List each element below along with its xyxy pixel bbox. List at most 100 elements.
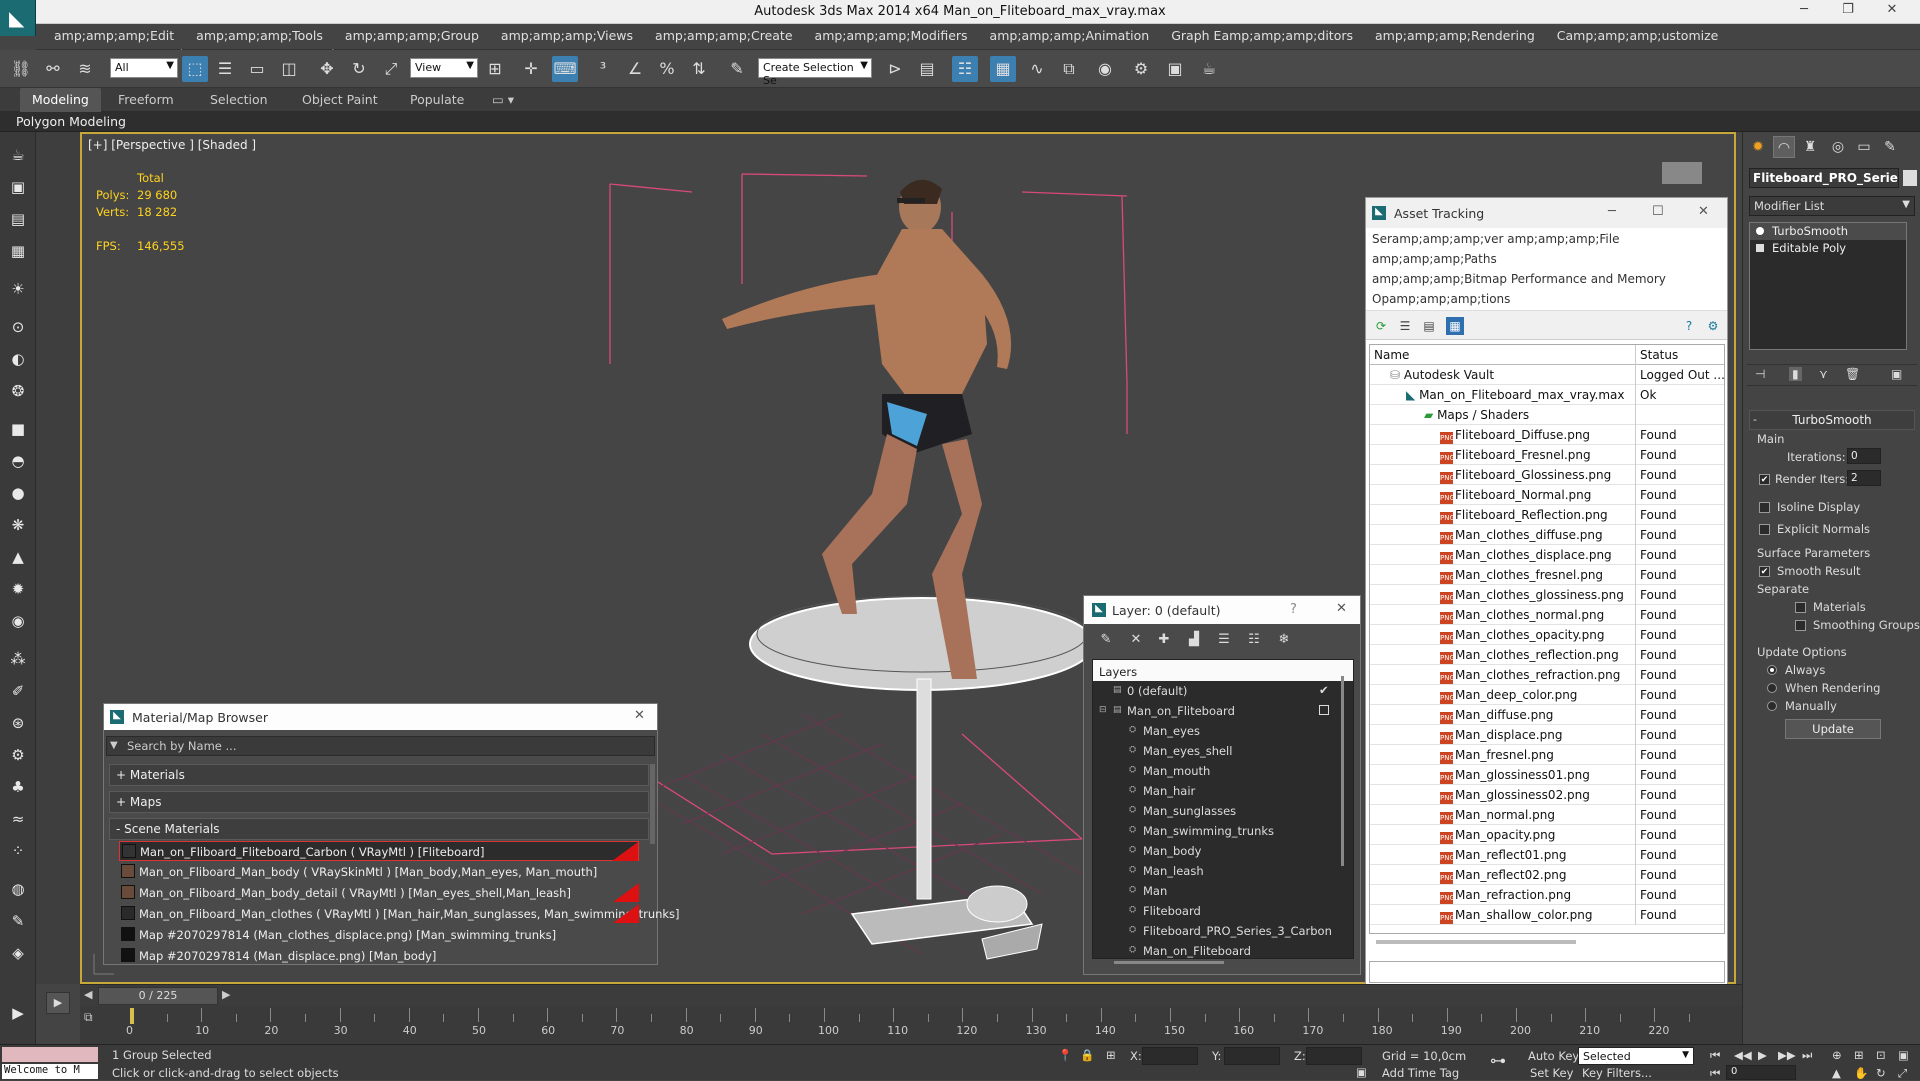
table-row[interactable]: PNGFliteboard_Glossiness.png Found xyxy=(1370,465,1724,485)
material-search-input[interactable]: Search by Name ... xyxy=(106,736,655,756)
table-row[interactable]: PNGMan_opacity.png Found xyxy=(1370,825,1724,845)
listener-input[interactable]: Welcome to M xyxy=(2,1064,98,1079)
app-menu-button[interactable]: ◣ xyxy=(0,0,36,36)
hair-icon[interactable]: ≈ xyxy=(7,808,29,830)
keyboard-shortcut-icon[interactable]: ⌨ xyxy=(552,56,578,82)
layer-row[interactable]: ⛭ Fliteboard_PRO_Series_3_Carbon xyxy=(1093,921,1353,941)
helper-icon[interactable]: ◐ xyxy=(7,348,29,370)
expand-arrow-button[interactable]: ▶ xyxy=(46,992,70,1014)
layer-row[interactable]: ⛭ Man_on_Fliteboard xyxy=(1093,941,1353,961)
rotate-icon[interactable]: ↻ xyxy=(346,56,372,82)
ball-icon[interactable]: ◉ xyxy=(7,610,29,632)
named-selection-set-select[interactable]: Create Selection Se ▼ xyxy=(758,58,872,87)
minimize-button[interactable]: ─ xyxy=(1784,2,1824,22)
document-icon[interactable]: ▤ xyxy=(7,208,29,230)
wireframe-icon[interactable]: ⊛ xyxy=(7,712,29,734)
field-of-view-icon[interactable]: ▲ xyxy=(1832,1066,1841,1080)
z-coordinate-field[interactable] xyxy=(1306,1047,1362,1065)
zoom-all-icon[interactable]: ⊞ xyxy=(1854,1048,1864,1062)
layer-row[interactable]: ⛭ Man_swimming_trunks xyxy=(1093,821,1353,841)
hide-all-icon[interactable]: ☷ xyxy=(1246,632,1262,648)
brush-icon[interactable]: ✐ xyxy=(7,680,29,702)
curve-editor-icon[interactable]: ∿ xyxy=(1024,56,1050,82)
previous-frame-icon[interactable]: ◀◀ xyxy=(1734,1048,1752,1062)
material-item[interactable]: Map #2070297814 (Man_clothes_displace.pn… xyxy=(119,925,639,945)
tree-view-icon[interactable]: ▤ xyxy=(1420,317,1438,335)
auto-key-button[interactable]: Auto Key xyxy=(1528,1049,1579,1063)
bind-space-warp-icon[interactable]: ≋ xyxy=(72,56,98,82)
update-manually-radio[interactable] xyxy=(1767,701,1777,711)
layer-row[interactable]: ⛭ Man_eyes xyxy=(1093,721,1353,741)
close-icon[interactable]: ✕ xyxy=(634,708,645,723)
render-iters-checkbox[interactable]: ✔ xyxy=(1759,474,1770,485)
asset-menu-options[interactable]: Opamp;amp;amp;tions xyxy=(1372,292,1510,306)
turbosmooth-rollout[interactable]: TurboSmooth xyxy=(1749,410,1915,430)
smooth-result-checkbox[interactable]: ✔ xyxy=(1759,566,1770,577)
stack-item-turbosmooth[interactable]: TurboSmooth xyxy=(1750,223,1906,240)
time-tag-icon[interactable]: ▣ xyxy=(1356,1065,1367,1079)
link-icon[interactable]: ⛓ xyxy=(8,56,34,82)
asset-hscrollbar[interactable] xyxy=(1376,940,1576,944)
mirror-icon[interactable]: ⊳ xyxy=(882,56,908,82)
layer-manager-icon[interactable]: ☷ xyxy=(952,56,978,82)
asset-menu-bitmap[interactable]: amp;amp;amp;Bitmap Performance and Memor… xyxy=(1372,272,1666,286)
table-row[interactable]: PNGMan_clothes_diffuse.png Found xyxy=(1370,525,1724,545)
stack-item-editable-poly[interactable]: Editable Poly xyxy=(1750,240,1906,257)
table-row[interactable]: PNGMan_diffuse.png Found xyxy=(1370,705,1724,725)
table-row[interactable]: PNGMan_clothes_normal.png Found xyxy=(1370,605,1724,625)
table-row[interactable]: PNGFliteboard_Diffuse.png Found xyxy=(1370,425,1724,445)
highlight-layer-icon[interactable]: ☰ xyxy=(1216,632,1232,648)
group-maps[interactable]: + Maps xyxy=(109,791,649,813)
material-item[interactable]: Man_on_Fliboard_Man_clothes ( VRayMtl ) … xyxy=(119,904,680,924)
update-button[interactable]: Update xyxy=(1785,719,1881,739)
tab-modeling[interactable]: Modeling xyxy=(20,88,101,112)
layer-row[interactable]: ⛭ Fliteboard xyxy=(1093,901,1353,921)
show-end-result-icon[interactable]: ▮ xyxy=(1789,367,1802,381)
go-to-start-icon[interactable]: ⏮ xyxy=(1710,1048,1720,1063)
table-row[interactable]: PNGMan_normal.png Found xyxy=(1370,805,1724,825)
pivot-center-icon[interactable]: ⊞ xyxy=(482,56,508,82)
time-slider[interactable]: 0 / 225 xyxy=(98,987,218,1005)
menu-tools[interactable]: amp;amp;amp;Tools xyxy=(196,24,323,43)
list-view-icon[interactable]: ☰ xyxy=(1396,317,1414,335)
pin-icon[interactable]: 📍 xyxy=(1058,1048,1072,1062)
freeze-all-icon[interactable]: ❄ xyxy=(1276,632,1292,648)
unlink-icon[interactable]: ⚯ xyxy=(40,56,66,82)
table-row[interactable]: PNGMan_fresnel.png Found xyxy=(1370,745,1724,765)
camera-icon[interactable]: ⊙ xyxy=(7,316,29,338)
close-icon[interactable]: ✕ xyxy=(1698,204,1709,219)
layer-visibility-box[interactable] xyxy=(1319,705,1329,715)
group-scene-materials[interactable]: - Scene Materials xyxy=(109,818,649,840)
listener-output[interactable] xyxy=(2,1047,98,1062)
render-iters-spinner[interactable]: 2 xyxy=(1847,470,1881,486)
lock-selection-icon[interactable]: 🔒 xyxy=(1080,1048,1094,1062)
explicit-normals-checkbox[interactable] xyxy=(1759,524,1770,535)
material-browser-titlebar[interactable]: ◣ Material/Map Browser ✕ xyxy=(104,704,657,730)
selection-filter-select[interactable]: All ▼ xyxy=(110,58,178,78)
update-when-rendering-radio[interactable] xyxy=(1767,683,1777,693)
angle-snap-icon[interactable]: ∠ xyxy=(622,56,648,82)
menu-rendering[interactable]: amp;amp;amp;Rendering xyxy=(1375,24,1535,43)
vray-icon[interactable]: ◈ xyxy=(7,942,29,964)
teapot-icon[interactable]: ☕ xyxy=(7,144,29,166)
zoom-extents-all-icon[interactable]: ▣ xyxy=(1898,1048,1909,1062)
table-row[interactable]: ▰ Maps / Shaders xyxy=(1370,405,1724,425)
rollout-collapse-icon[interactable]: - xyxy=(1753,413,1757,426)
set-key-button[interactable]: Set Key xyxy=(1530,1066,1573,1080)
menu-views[interactable]: amp;amp;amp;Views xyxy=(501,24,633,43)
set-key-icon[interactable]: ⊶ xyxy=(1490,1051,1506,1070)
next-frame-arrow-icon[interactable]: ▶ xyxy=(222,988,230,1001)
utilities-tab-icon[interactable]: ✎ xyxy=(1879,136,1901,158)
edit-named-selection-icon[interactable]: ✎ xyxy=(724,56,750,82)
settings-icon[interactable]: ⚙ xyxy=(1704,317,1722,335)
zoom-extents-icon[interactable]: ⊡ xyxy=(1876,1048,1886,1062)
menu-graph-editors[interactable]: Graph Eamp;amp;amp;ditors xyxy=(1171,24,1353,43)
percent-snap-icon[interactable]: % xyxy=(654,56,680,82)
material-item[interactable]: Man_on_Fliboard_Fliteboard_Carbon ( VRay… xyxy=(119,841,639,861)
table-row[interactable]: PNGMan_clothes_fresnel.png Found xyxy=(1370,565,1724,585)
y-coordinate-field[interactable] xyxy=(1224,1047,1280,1065)
geosphere-icon[interactable]: ❋ xyxy=(7,514,29,536)
scale-icon[interactable]: ⤢ xyxy=(378,56,404,82)
table-row[interactable]: PNGMan_reflect02.png Found xyxy=(1370,865,1724,885)
modify-tab-icon[interactable]: ◠ xyxy=(1773,136,1795,158)
